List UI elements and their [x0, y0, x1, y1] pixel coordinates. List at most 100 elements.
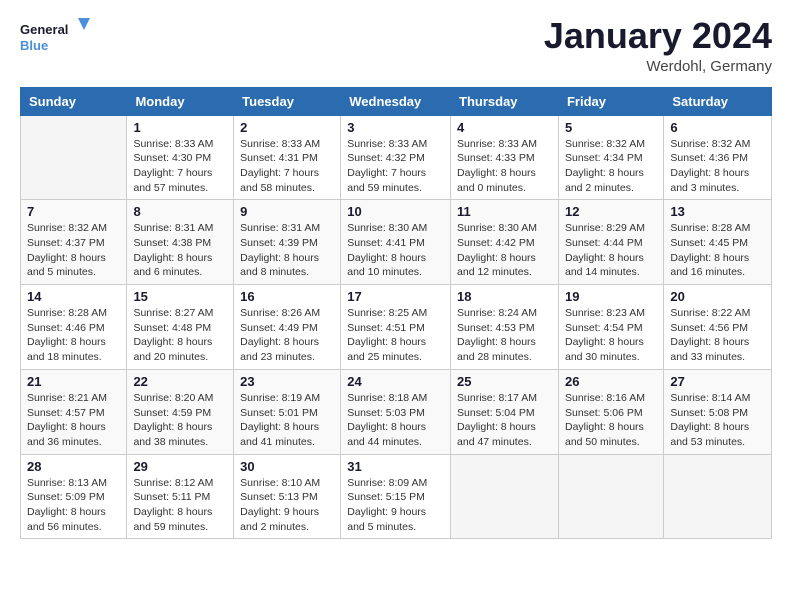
calendar-cell: 11 Sunrise: 8:30 AM Sunset: 4:42 PM Dayl…: [451, 200, 559, 285]
day-number: 23: [240, 374, 334, 389]
day-info: Sunrise: 8:28 AM Sunset: 4:46 PM Dayligh…: [27, 306, 120, 365]
day-number: 24: [347, 374, 444, 389]
day-number: 12: [565, 204, 657, 219]
day-info: Sunrise: 8:33 AM Sunset: 4:32 PM Dayligh…: [347, 137, 444, 196]
calendar-cell: 2 Sunrise: 8:33 AM Sunset: 4:31 PM Dayli…: [234, 115, 341, 200]
header-thursday: Thursday: [451, 87, 559, 115]
day-number: 20: [670, 289, 765, 304]
sunrise: Sunrise: 8:28 AM: [27, 307, 107, 319]
calendar-header-row: Sunday Monday Tuesday Wednesday Thursday…: [21, 87, 772, 115]
calendar-cell: [664, 454, 772, 539]
day-info: Sunrise: 8:32 AM Sunset: 4:36 PM Dayligh…: [670, 137, 765, 196]
daylight: Daylight: 8 hours and 5 minutes.: [27, 252, 106, 279]
calendar-cell: 30 Sunrise: 8:10 AM Sunset: 5:13 PM Dayl…: [234, 454, 341, 539]
daylight: Daylight: 8 hours and 44 minutes.: [347, 421, 426, 448]
day-number: 15: [133, 289, 227, 304]
day-number: 4: [457, 120, 552, 135]
sunset: Sunset: 5:04 PM: [457, 407, 535, 419]
sunset: Sunset: 5:03 PM: [347, 407, 425, 419]
daylight: Daylight: 9 hours and 2 minutes.: [240, 506, 319, 533]
day-info: Sunrise: 8:33 AM Sunset: 4:31 PM Dayligh…: [240, 137, 334, 196]
header-saturday: Saturday: [664, 87, 772, 115]
calendar-cell: [558, 454, 663, 539]
day-number: 3: [347, 120, 444, 135]
title-section: January 2024 Werdohl, Germany: [544, 16, 772, 75]
sunset: Sunset: 5:01 PM: [240, 407, 318, 419]
day-info: Sunrise: 8:28 AM Sunset: 4:45 PM Dayligh…: [670, 221, 765, 280]
sunset: Sunset: 4:46 PM: [27, 322, 105, 334]
day-number: 9: [240, 204, 334, 219]
sunrise: Sunrise: 8:17 AM: [457, 392, 537, 404]
sunrise: Sunrise: 8:31 AM: [133, 222, 213, 234]
sunrise: Sunrise: 8:27 AM: [133, 307, 213, 319]
day-info: Sunrise: 8:30 AM Sunset: 4:41 PM Dayligh…: [347, 221, 444, 280]
sunrise: Sunrise: 8:28 AM: [670, 222, 750, 234]
day-info: Sunrise: 8:19 AM Sunset: 5:01 PM Dayligh…: [240, 391, 334, 450]
calendar-cell: 16 Sunrise: 8:26 AM Sunset: 4:49 PM Dayl…: [234, 285, 341, 370]
sunset: Sunset: 5:15 PM: [347, 491, 425, 503]
sunset: Sunset: 4:49 PM: [240, 322, 318, 334]
calendar-cell: 25 Sunrise: 8:17 AM Sunset: 5:04 PM Dayl…: [451, 369, 559, 454]
daylight: Daylight: 8 hours and 38 minutes.: [133, 421, 212, 448]
day-info: Sunrise: 8:33 AM Sunset: 4:30 PM Dayligh…: [133, 137, 227, 196]
calendar-cell: 29 Sunrise: 8:12 AM Sunset: 5:11 PM Dayl…: [127, 454, 234, 539]
daylight: Daylight: 8 hours and 56 minutes.: [27, 506, 106, 533]
calendar-cell: 5 Sunrise: 8:32 AM Sunset: 4:34 PM Dayli…: [558, 115, 663, 200]
header-sunday: Sunday: [21, 87, 127, 115]
daylight: Daylight: 7 hours and 57 minutes.: [133, 167, 212, 194]
day-number: 27: [670, 374, 765, 389]
sunset: Sunset: 4:59 PM: [133, 407, 211, 419]
calendar-cell: 19 Sunrise: 8:23 AM Sunset: 4:54 PM Dayl…: [558, 285, 663, 370]
daylight: Daylight: 8 hours and 33 minutes.: [670, 336, 749, 363]
sunset: Sunset: 4:44 PM: [565, 237, 643, 249]
sunset: Sunset: 4:41 PM: [347, 237, 425, 249]
calendar-cell: 1 Sunrise: 8:33 AM Sunset: 4:30 PM Dayli…: [127, 115, 234, 200]
calendar-cell: [451, 454, 559, 539]
sunset: Sunset: 5:06 PM: [565, 407, 643, 419]
day-number: 19: [565, 289, 657, 304]
calendar-cell: 18 Sunrise: 8:24 AM Sunset: 4:53 PM Dayl…: [451, 285, 559, 370]
calendar-cell: 27 Sunrise: 8:14 AM Sunset: 5:08 PM Dayl…: [664, 369, 772, 454]
daylight: Daylight: 8 hours and 23 minutes.: [240, 336, 319, 363]
svg-text:General: General: [20, 22, 68, 37]
day-number: 30: [240, 459, 334, 474]
sunrise: Sunrise: 8:25 AM: [347, 307, 427, 319]
calendar-row: 21 Sunrise: 8:21 AM Sunset: 4:57 PM Dayl…: [21, 369, 772, 454]
day-number: 13: [670, 204, 765, 219]
calendar-cell: 13 Sunrise: 8:28 AM Sunset: 4:45 PM Dayl…: [664, 200, 772, 285]
daylight: Daylight: 8 hours and 36 minutes.: [27, 421, 106, 448]
sunrise: Sunrise: 8:29 AM: [565, 222, 645, 234]
daylight: Daylight: 9 hours and 5 minutes.: [347, 506, 426, 533]
header-friday: Friday: [558, 87, 663, 115]
calendar-cell: 8 Sunrise: 8:31 AM Sunset: 4:38 PM Dayli…: [127, 200, 234, 285]
daylight: Daylight: 8 hours and 12 minutes.: [457, 252, 536, 279]
daylight: Daylight: 8 hours and 8 minutes.: [240, 252, 319, 279]
sunset: Sunset: 4:39 PM: [240, 237, 318, 249]
daylight: Daylight: 8 hours and 2 minutes.: [565, 167, 644, 194]
sunset: Sunset: 4:54 PM: [565, 322, 643, 334]
page-header: General Blue January 2024 Werdohl, Germa…: [20, 16, 772, 75]
sunset: Sunset: 5:11 PM: [133, 491, 210, 503]
day-number: 16: [240, 289, 334, 304]
sunset: Sunset: 4:42 PM: [457, 237, 535, 249]
day-number: 29: [133, 459, 227, 474]
daylight: Daylight: 8 hours and 30 minutes.: [565, 336, 644, 363]
daylight: Daylight: 7 hours and 59 minutes.: [347, 167, 426, 194]
svg-text:Blue: Blue: [20, 38, 48, 53]
day-number: 6: [670, 120, 765, 135]
daylight: Daylight: 8 hours and 50 minutes.: [565, 421, 644, 448]
calendar-row: 1 Sunrise: 8:33 AM Sunset: 4:30 PM Dayli…: [21, 115, 772, 200]
calendar-cell: 7 Sunrise: 8:32 AM Sunset: 4:37 PM Dayli…: [21, 200, 127, 285]
calendar-body: 1 Sunrise: 8:33 AM Sunset: 4:30 PM Dayli…: [21, 115, 772, 539]
day-number: 25: [457, 374, 552, 389]
day-info: Sunrise: 8:31 AM Sunset: 4:39 PM Dayligh…: [240, 221, 334, 280]
daylight: Daylight: 8 hours and 14 minutes.: [565, 252, 644, 279]
sunrise: Sunrise: 8:33 AM: [347, 138, 427, 150]
sunrise: Sunrise: 8:13 AM: [27, 477, 107, 489]
daylight: Daylight: 8 hours and 41 minutes.: [240, 421, 319, 448]
day-info: Sunrise: 8:32 AM Sunset: 4:34 PM Dayligh…: [565, 137, 657, 196]
day-number: 21: [27, 374, 120, 389]
day-number: 18: [457, 289, 552, 304]
calendar-cell: 14 Sunrise: 8:28 AM Sunset: 4:46 PM Dayl…: [21, 285, 127, 370]
sunrise: Sunrise: 8:19 AM: [240, 392, 320, 404]
